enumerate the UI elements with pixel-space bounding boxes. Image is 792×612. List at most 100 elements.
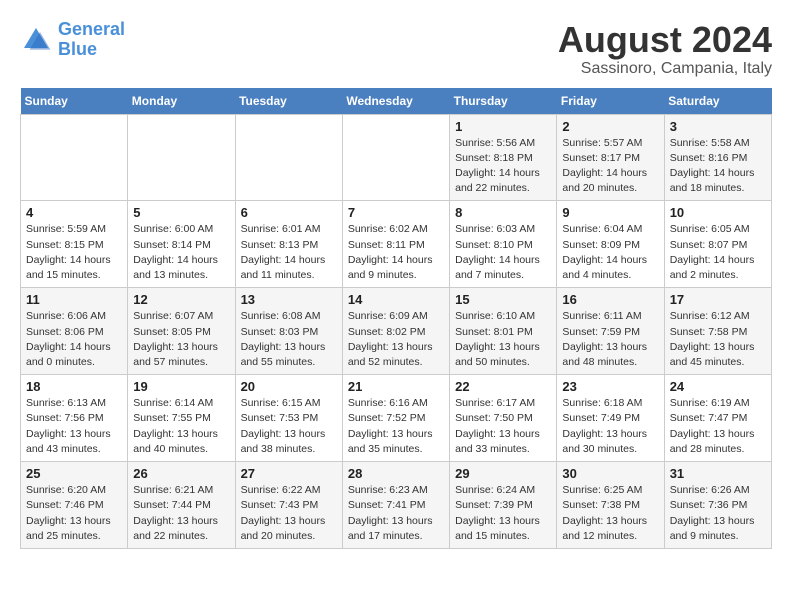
calendar-cell: 26 Sunrise: 6:21 AM Sunset: 7:44 PM Dayli… xyxy=(128,462,235,549)
calendar-cell: 31Sunrise: 6:26 AM Sunset: 7:36 PM Dayli… xyxy=(664,462,771,549)
day-number: 21 xyxy=(348,379,444,394)
day-info: Sunrise: 6:16 AM Sunset: 7:52 PM Dayligh… xyxy=(348,396,444,457)
logo-line1: General xyxy=(58,19,125,39)
calendar-week-row: 11Sunrise: 6:06 AM Sunset: 8:06 PM Dayli… xyxy=(21,288,772,375)
calendar-cell: 4 Sunrise: 5:59 AM Sunset: 8:15 PM Daylig… xyxy=(21,201,128,288)
day-info: Sunrise: 6:15 AM Sunset: 7:53 PM Dayligh… xyxy=(241,396,337,457)
calendar-week-row: 4 Sunrise: 5:59 AM Sunset: 8:15 PM Daylig… xyxy=(21,201,772,288)
weekday-header-wednesday: Wednesday xyxy=(342,88,449,115)
calendar-cell: 29 Sunrise: 6:24 AM Sunset: 7:39 PM Dayli… xyxy=(450,462,557,549)
day-info: Sunrise: 6:01 AM Sunset: 8:13 PM Dayligh… xyxy=(241,222,337,283)
day-info: Sunrise: 6:03 AM Sunset: 8:10 PM Dayligh… xyxy=(455,222,551,283)
calendar-week-row: 1 Sunrise: 5:56 AM Sunset: 8:18 PM Daylig… xyxy=(21,114,772,201)
day-info: Sunrise: 5:59 AM Sunset: 8:15 PM Dayligh… xyxy=(26,222,122,283)
weekday-header-friday: Friday xyxy=(557,88,664,115)
day-info: Sunrise: 6:13 AM Sunset: 7:56 PM Dayligh… xyxy=(26,396,122,457)
day-number: 23 xyxy=(562,379,658,394)
calendar-cell xyxy=(21,114,128,201)
day-info: Sunrise: 6:08 AM Sunset: 8:03 PM Dayligh… xyxy=(241,309,337,370)
day-info: Sunrise: 5:58 AM Sunset: 8:16 PM Dayligh… xyxy=(670,136,766,197)
day-number: 16 xyxy=(562,292,658,307)
day-number: 14 xyxy=(348,292,444,307)
day-number: 4 xyxy=(26,205,122,220)
day-info: Sunrise: 6:12 AM Sunset: 7:58 PM Dayligh… xyxy=(670,309,766,370)
calendar-cell xyxy=(235,114,342,201)
day-number: 30 xyxy=(562,466,658,481)
weekday-header-sunday: Sunday xyxy=(21,88,128,115)
calendar-cell: 11Sunrise: 6:06 AM Sunset: 8:06 PM Dayli… xyxy=(21,288,128,375)
calendar-cell: 13 Sunrise: 6:08 AM Sunset: 8:03 PM Dayli… xyxy=(235,288,342,375)
calendar-cell: 27 Sunrise: 6:22 AM Sunset: 7:43 PM Dayli… xyxy=(235,462,342,549)
day-number: 9 xyxy=(562,205,658,220)
calendar-cell: 8 Sunrise: 6:03 AM Sunset: 8:10 PM Daylig… xyxy=(450,201,557,288)
day-number: 19 xyxy=(133,379,229,394)
day-info: Sunrise: 6:19 AM Sunset: 7:47 PM Dayligh… xyxy=(670,396,766,457)
day-number: 8 xyxy=(455,205,551,220)
calendar-cell: 23 Sunrise: 6:18 AM Sunset: 7:49 PM Dayli… xyxy=(557,375,664,462)
day-info: Sunrise: 5:57 AM Sunset: 8:17 PM Dayligh… xyxy=(562,136,658,197)
calendar-cell: 19 Sunrise: 6:14 AM Sunset: 7:55 PM Dayli… xyxy=(128,375,235,462)
day-number: 29 xyxy=(455,466,551,481)
calendar-cell: 7 Sunrise: 6:02 AM Sunset: 8:11 PM Daylig… xyxy=(342,201,449,288)
weekday-header-row: SundayMondayTuesdayWednesdayThursdayFrid… xyxy=(21,88,772,115)
day-number: 27 xyxy=(241,466,337,481)
calendar-week-row: 25 Sunrise: 6:20 AM Sunset: 7:46 PM Dayli… xyxy=(21,462,772,549)
day-number: 10 xyxy=(670,205,766,220)
day-info: Sunrise: 6:14 AM Sunset: 7:55 PM Dayligh… xyxy=(133,396,229,457)
day-number: 25 xyxy=(26,466,122,481)
calendar-cell: 1 Sunrise: 5:56 AM Sunset: 8:18 PM Daylig… xyxy=(450,114,557,201)
calendar-cell: 15 Sunrise: 6:10 AM Sunset: 8:01 PM Dayli… xyxy=(450,288,557,375)
calendar-cell xyxy=(342,114,449,201)
day-number: 7 xyxy=(348,205,444,220)
logo-line2: Blue xyxy=(58,39,97,59)
day-number: 12 xyxy=(133,292,229,307)
day-info: Sunrise: 6:05 AM Sunset: 8:07 PM Dayligh… xyxy=(670,222,766,283)
title-block: August 2024 Sassinoro, Campania, Italy xyxy=(558,20,772,78)
day-info: Sunrise: 6:20 AM Sunset: 7:46 PM Dayligh… xyxy=(26,483,122,544)
day-number: 31 xyxy=(670,466,766,481)
weekday-header-thursday: Thursday xyxy=(450,88,557,115)
calendar-cell: 22Sunrise: 6:17 AM Sunset: 7:50 PM Dayli… xyxy=(450,375,557,462)
day-info: Sunrise: 6:10 AM Sunset: 8:01 PM Dayligh… xyxy=(455,309,551,370)
day-number: 3 xyxy=(670,119,766,134)
day-number: 18 xyxy=(26,379,122,394)
day-number: 28 xyxy=(348,466,444,481)
day-info: Sunrise: 6:17 AM Sunset: 7:50 PM Dayligh… xyxy=(455,396,551,457)
calendar-cell: 30 Sunrise: 6:25 AM Sunset: 7:38 PM Dayli… xyxy=(557,462,664,549)
day-number: 2 xyxy=(562,119,658,134)
calendar-cell: 6Sunrise: 6:01 AM Sunset: 8:13 PM Daylig… xyxy=(235,201,342,288)
day-info: Sunrise: 6:25 AM Sunset: 7:38 PM Dayligh… xyxy=(562,483,658,544)
day-info: Sunrise: 6:24 AM Sunset: 7:39 PM Dayligh… xyxy=(455,483,551,544)
calendar-cell: 10 Sunrise: 6:05 AM Sunset: 8:07 PM Dayli… xyxy=(664,201,771,288)
day-number: 13 xyxy=(241,292,337,307)
day-number: 5 xyxy=(133,205,229,220)
weekday-header-saturday: Saturday xyxy=(664,88,771,115)
day-info: Sunrise: 5:56 AM Sunset: 8:18 PM Dayligh… xyxy=(455,136,551,197)
calendar-cell: 16 Sunrise: 6:11 AM Sunset: 7:59 PM Dayli… xyxy=(557,288,664,375)
calendar-cell: 9 Sunrise: 6:04 AM Sunset: 8:09 PM Daylig… xyxy=(557,201,664,288)
calendar-subtitle: Sassinoro, Campania, Italy xyxy=(558,60,772,78)
calendar-cell: 17 Sunrise: 6:12 AM Sunset: 7:58 PM Dayli… xyxy=(664,288,771,375)
calendar-cell xyxy=(128,114,235,201)
calendar-cell: 24 Sunrise: 6:19 AM Sunset: 7:47 PM Dayli… xyxy=(664,375,771,462)
day-number: 20 xyxy=(241,379,337,394)
calendar-cell: 21 Sunrise: 6:16 AM Sunset: 7:52 PM Dayli… xyxy=(342,375,449,462)
logo: General Blue xyxy=(20,20,125,60)
day-info: Sunrise: 6:00 AM Sunset: 8:14 PM Dayligh… xyxy=(133,222,229,283)
day-info: Sunrise: 6:04 AM Sunset: 8:09 PM Dayligh… xyxy=(562,222,658,283)
calendar-cell: 3 Sunrise: 5:58 AM Sunset: 8:16 PM Daylig… xyxy=(664,114,771,201)
day-info: Sunrise: 6:22 AM Sunset: 7:43 PM Dayligh… xyxy=(241,483,337,544)
day-number: 17 xyxy=(670,292,766,307)
calendar-cell: 5 Sunrise: 6:00 AM Sunset: 8:14 PM Daylig… xyxy=(128,201,235,288)
day-number: 1 xyxy=(455,119,551,134)
day-number: 24 xyxy=(670,379,766,394)
day-number: 26 xyxy=(133,466,229,481)
day-info: Sunrise: 6:21 AM Sunset: 7:44 PM Dayligh… xyxy=(133,483,229,544)
day-number: 15 xyxy=(455,292,551,307)
weekday-header-monday: Monday xyxy=(128,88,235,115)
day-info: Sunrise: 6:11 AM Sunset: 7:59 PM Dayligh… xyxy=(562,309,658,370)
calendar-cell: 20 Sunrise: 6:15 AM Sunset: 7:53 PM Dayli… xyxy=(235,375,342,462)
day-info: Sunrise: 6:02 AM Sunset: 8:11 PM Dayligh… xyxy=(348,222,444,283)
calendar-cell: 28Sunrise: 6:23 AM Sunset: 7:41 PM Dayli… xyxy=(342,462,449,549)
day-info: Sunrise: 6:18 AM Sunset: 7:49 PM Dayligh… xyxy=(562,396,658,457)
